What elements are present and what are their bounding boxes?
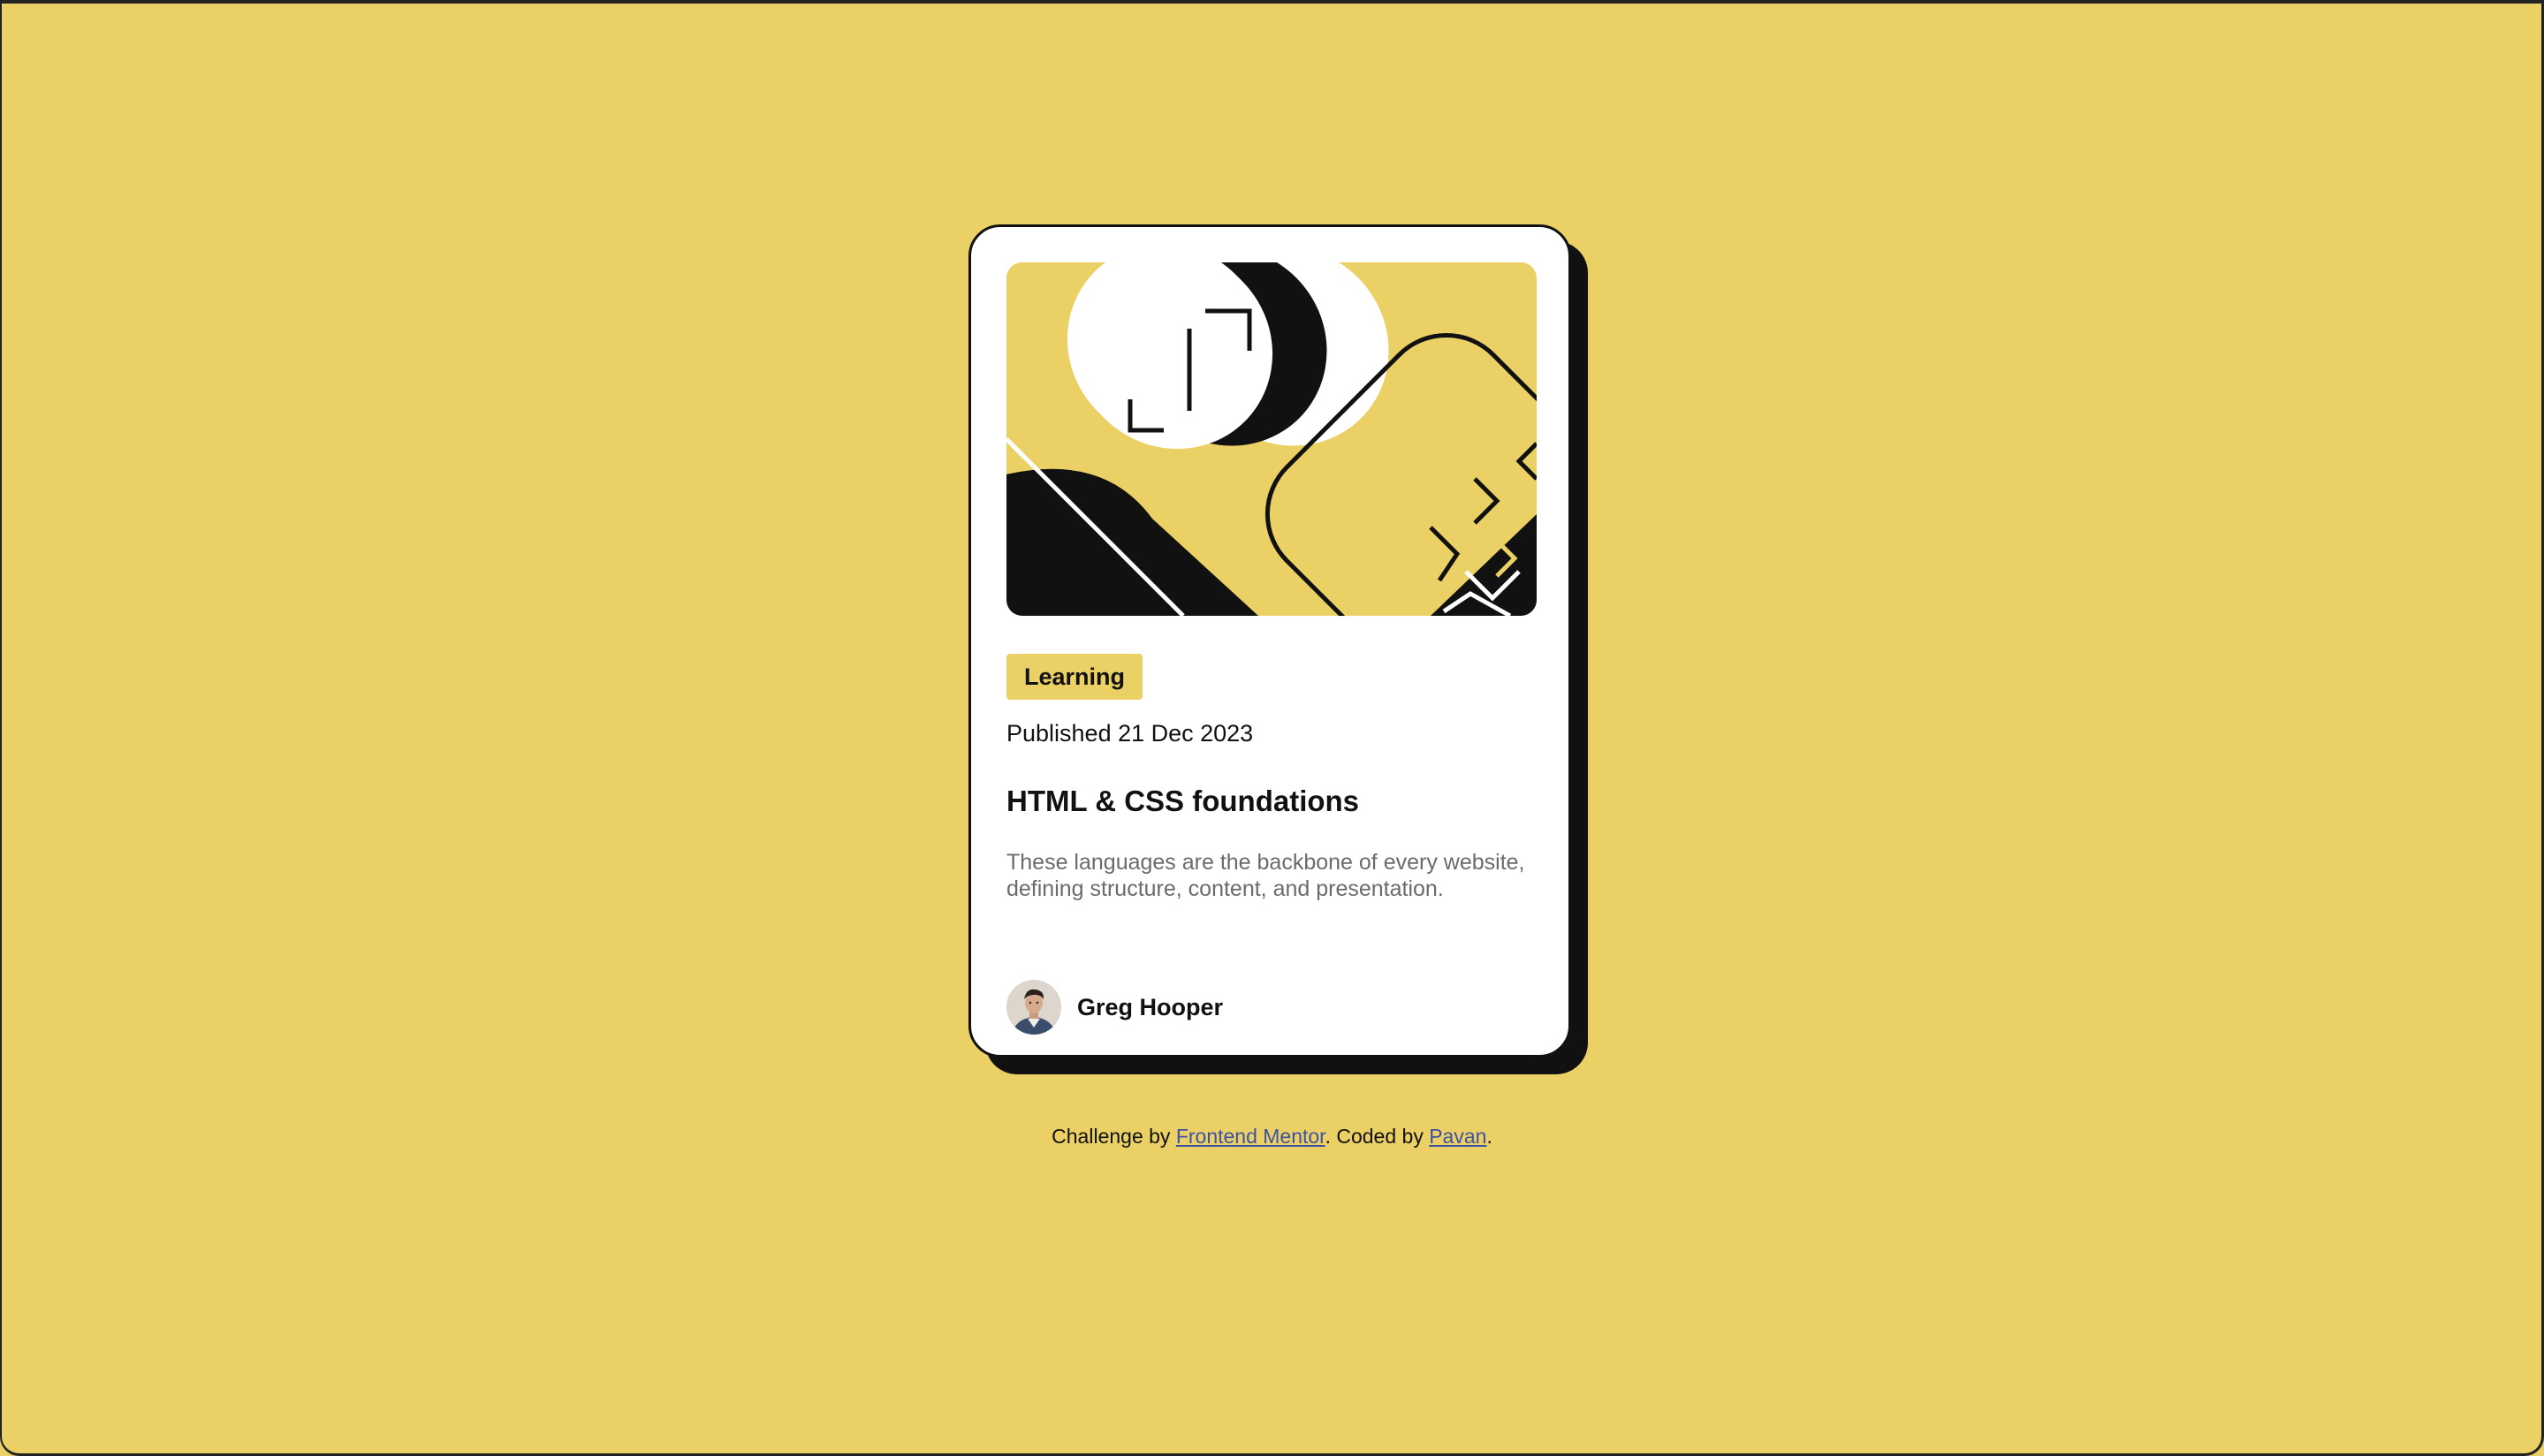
card-description: These languages are the backbone of ever… xyxy=(1006,850,1525,901)
attribution-middle: . Coded by xyxy=(1325,1125,1430,1148)
author-link[interactable]: Pavan xyxy=(1429,1125,1486,1148)
published-date: Published 21 Dec 2023 xyxy=(1006,720,1254,747)
author: Greg Hooper xyxy=(1006,980,1223,1035)
attribution: Challenge by Frontend Mentor. Coded by P… xyxy=(0,1122,2544,1150)
blog-preview-card: Learning Published 21 Dec 2023 HTML & CS… xyxy=(968,224,1571,1058)
abstract-illustration-icon xyxy=(1006,262,1537,616)
attribution-suffix: . xyxy=(1486,1125,1492,1148)
avatar-photo-icon xyxy=(1006,980,1061,1035)
attribution-prefix: Challenge by xyxy=(1052,1125,1176,1148)
frontend-mentor-link[interactable]: Frontend Mentor xyxy=(1176,1125,1325,1148)
author-name: Greg Hooper xyxy=(1077,993,1224,1020)
card-title[interactable]: HTML & CSS foundations xyxy=(1006,782,1359,821)
category-tag: Learning xyxy=(1006,654,1143,700)
